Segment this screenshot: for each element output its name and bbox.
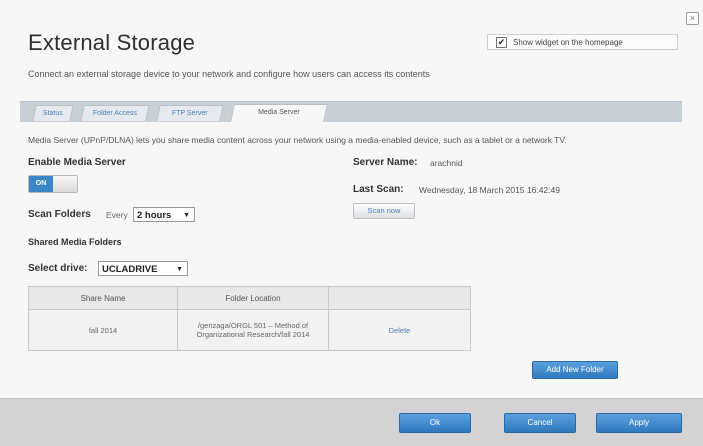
drive-select[interactable]: UCLADRIVE ▼ <box>98 261 188 276</box>
scan-folders-label: Scan Folders <box>28 209 91 220</box>
apply-button[interactable]: Apply <box>596 413 682 433</box>
table-header-row: Share Name Folder Location <box>28 286 471 310</box>
scan-every-label: Every <box>106 210 128 220</box>
widget-checkbox[interactable]: ✔ <box>496 36 507 48</box>
scan-interval-select[interactable]: 2 hours ▼ <box>133 207 195 222</box>
tab-strip: Status Folder Access FTP Server Media Se… <box>20 101 682 122</box>
chevron-down-icon: ▼ <box>183 212 190 219</box>
column-header-share-name: Share Name <box>28 286 178 310</box>
share-name-cell: fall 2014 <box>28 309 178 351</box>
tab-folder-access[interactable]: Folder Access <box>80 105 150 121</box>
folder-location-cell: /genzaga/ORGL 501 – Method of Organizati… <box>177 309 329 351</box>
widget-label: Show widget on the homepage <box>513 37 623 47</box>
actions-cell: Delete <box>328 309 471 351</box>
table-row: fall 2014 /genzaga/ORGL 501 – Method of … <box>28 309 471 351</box>
column-header-folder-location: Folder Location <box>177 286 329 310</box>
shared-media-folders-heading: Shared Media Folders <box>28 237 122 247</box>
enable-media-server-label: Enable Media Server <box>28 157 126 168</box>
last-scan-label: Last Scan: <box>353 184 404 195</box>
media-server-description: Media Server (UPnP/DLNA) lets you share … <box>28 135 567 145</box>
server-name-label: Server Name: <box>353 157 418 168</box>
footer-bar: Ok Cancel Apply <box>0 398 703 446</box>
toggle-knob <box>53 176 77 192</box>
media-server-toggle[interactable]: ON <box>28 175 78 193</box>
cancel-button[interactable]: Cancel <box>504 413 576 433</box>
last-scan-value: Wednesday, 18 March 2015 16:42:49 <box>419 185 560 195</box>
delete-link[interactable]: Delete <box>389 326 411 335</box>
toggle-on-label: ON <box>29 176 53 192</box>
scan-now-button[interactable]: Scan now <box>353 203 415 219</box>
add-new-folder-button[interactable]: Add New Folder <box>532 361 618 379</box>
drive-value: UCLADRIVE <box>102 264 158 275</box>
tab-ftp-server[interactable]: FTP Server <box>156 105 224 121</box>
page-title: External Storage <box>28 30 196 55</box>
server-name-value: arachnid <box>430 158 463 168</box>
scan-interval-value: 2 hours <box>137 210 172 221</box>
column-header-actions <box>328 286 471 310</box>
chevron-down-icon: ▼ <box>176 266 183 273</box>
shared-folders-table: Share Name Folder Location fall 2014 /ge… <box>28 286 471 351</box>
select-drive-label: Select drive: <box>28 263 88 274</box>
page-subtitle: Connect an external storage device to yo… <box>28 69 430 79</box>
homepage-widget-option[interactable]: ✔ Show widget on the homepage <box>487 34 678 50</box>
tab-media-server[interactable]: Media Server <box>230 104 328 122</box>
ok-button[interactable]: Ok <box>399 413 471 433</box>
close-icon[interactable]: × <box>686 12 699 25</box>
tab-status[interactable]: Status <box>32 105 74 121</box>
external-storage-panel: × External Storage Connect an external s… <box>0 0 703 446</box>
